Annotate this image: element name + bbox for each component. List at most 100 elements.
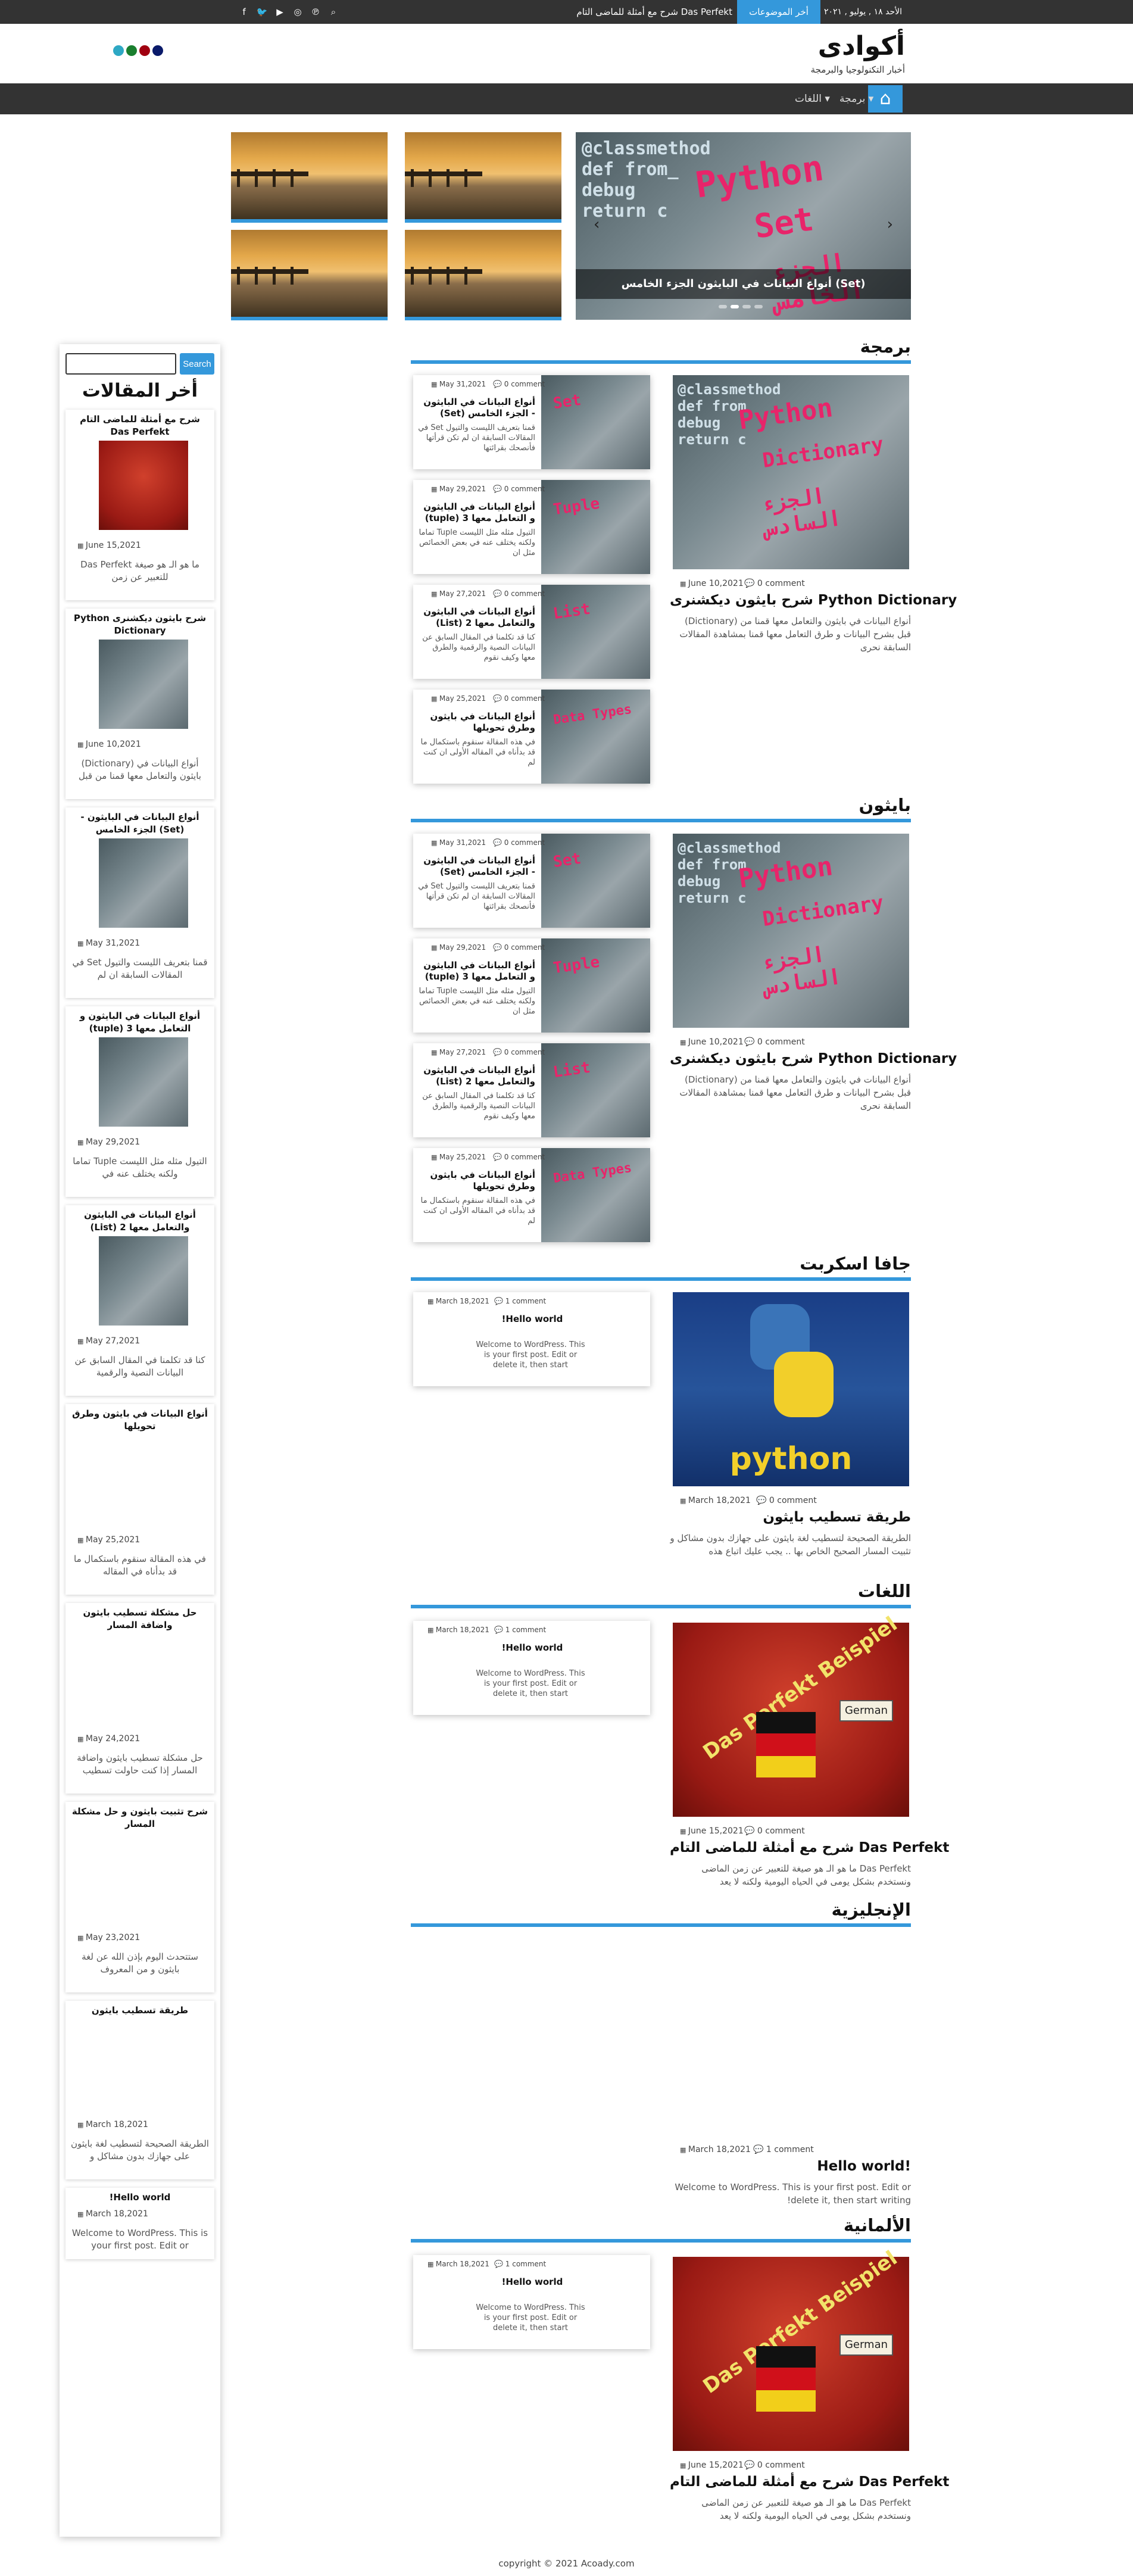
recent-post-thumbnail[interactable]: [99, 441, 188, 530]
post-card[interactable]: March 18,2021 💬 1 comment Hello world! W…: [413, 2255, 650, 2349]
featured-post-title[interactable]: شرح بايثون ديكشنرى Python Dictionary: [670, 1051, 957, 1066]
post-comments[interactable]: 💬 0 comment: [493, 485, 545, 493]
featured-post-title[interactable]: شرح بايثون ديكشنرى Python Dictionary: [670, 592, 957, 608]
slider-dot[interactable]: [719, 305, 727, 308]
post-thumbnail[interactable]: Data Types: [541, 1148, 650, 1242]
post-comments[interactable]: 💬 0 comment: [744, 579, 805, 588]
recent-post-title[interactable]: أنواع البيانات في البايثون والتعامل معها…: [70, 1209, 210, 1234]
section-title-languages[interactable]: اللغات: [822, 1581, 911, 1601]
section-title-python[interactable]: بايثون: [834, 795, 911, 815]
recent-post-title[interactable]: أنواع البيانات في البايثون - (Set) الجزء…: [70, 811, 210, 836]
slider-thumb[interactable]: [231, 230, 388, 320]
color-dot-green[interactable]: [126, 45, 137, 56]
featured-post-title[interactable]: طريقة تسطيب بايثون: [670, 1510, 911, 1525]
post-title[interactable]: أنواع البيانات في البايثون و التعامل معه…: [417, 501, 535, 524]
post-thumbnail[interactable]: Set: [541, 834, 650, 928]
post-title[interactable]: Hello world!: [419, 1314, 645, 1325]
slider-thumb[interactable]: [405, 230, 561, 320]
post-title[interactable]: Hello world!: [419, 2276, 645, 2288]
post-thumbnail[interactable]: Tuple: [541, 938, 650, 1033]
recent-post[interactable]: أنواع البيانات في البايثون و التعامل معه…: [65, 1006, 214, 1197]
post-thumbnail[interactable]: Set: [541, 375, 650, 469]
post-title[interactable]: أنواع البيانات في البايثون والتعامل معها…: [417, 606, 535, 629]
post-card[interactable]: Set May 31,2021 💬 0 comment أنواع البيان…: [413, 375, 650, 469]
recent-post[interactable]: Hello world! March 18,2021 Welcome to Wo…: [65, 2188, 214, 2259]
news-ticker[interactable]: شرح مع أمثلة للماضى التام Das Perfekt: [524, 0, 732, 24]
facebook-icon[interactable]: f: [238, 6, 250, 18]
post-comments[interactable]: 💬 0 comment: [744, 2460, 805, 2470]
featured-post-title[interactable]: Hello world!: [670, 2159, 911, 2174]
recent-post-title[interactable]: أنواع البيانات في البايثون و التعامل معه…: [70, 1010, 210, 1035]
post-comments[interactable]: 💬 1 comment: [494, 1297, 546, 1305]
featured-post-title[interactable]: شرح مع أمثلة للماضى التام Das Perfekt: [670, 1840, 949, 1855]
post-comments[interactable]: 💬 0 comment: [493, 838, 545, 847]
post-title[interactable]: أنواع البيانات في بايثون وطرق تحويلها: [417, 711, 535, 734]
search-input[interactable]: [65, 353, 176, 375]
post-thumbnail[interactable]: Tuple: [541, 480, 650, 574]
recent-post-thumbnail[interactable]: [99, 1236, 188, 1326]
twitter-icon[interactable]: 🐦: [256, 6, 268, 18]
section-title-programming[interactable]: برمجة: [834, 336, 911, 357]
section-title-german[interactable]: الألمانية: [822, 2215, 911, 2235]
site-title[interactable]: أكوادى: [804, 30, 905, 63]
post-comments[interactable]: 💬 1 comment: [494, 1626, 546, 1634]
recent-post[interactable]: أنواع البيانات في البايثون والتعامل معها…: [65, 1205, 214, 1396]
post-comments[interactable]: 💬 0 comment: [744, 1037, 805, 1047]
post-card[interactable]: March 18,2021 💬 1 comment Hello world! W…: [413, 1621, 650, 1715]
color-dot-red[interactable]: [139, 45, 150, 56]
post-comments[interactable]: 💬 0 comment: [493, 1153, 545, 1161]
post-card[interactable]: Tuple May 29,2021 💬 0 comment أنواع البي…: [413, 480, 650, 574]
post-title[interactable]: أنواع البيانات في البايثون و التعامل معه…: [417, 960, 535, 983]
featured-image[interactable]: Das Perfekt Beispiel German: [673, 1612, 909, 1817]
post-title[interactable]: أنواع البيانات في البايثون - الجزء الخام…: [417, 855, 535, 878]
post-card[interactable]: March 18,2021 💬 1 comment Hello world! W…: [413, 1292, 650, 1386]
search-icon[interactable]: ⌕: [327, 6, 339, 18]
pinterest-icon[interactable]: ℗: [310, 6, 322, 18]
slider-dot[interactable]: [742, 305, 751, 308]
post-card[interactable]: List May 27,2021 💬 0 comment أنواع البيا…: [413, 585, 650, 679]
recent-post-thumbnail[interactable]: [99, 838, 188, 928]
slider-prev-icon[interactable]: ‹: [594, 216, 600, 233]
post-comments[interactable]: 💬 0 comment: [744, 1826, 805, 1836]
slider-next-icon[interactable]: ›: [887, 216, 893, 233]
featured-post-title[interactable]: شرح مع أمثلة للماضى التام Das Perfekt: [670, 2474, 949, 2490]
featured-image[interactable]: python: [673, 1292, 909, 1486]
featured-image[interactable]: @classmethod def from debug return c Python…: [673, 375, 909, 569]
post-title[interactable]: أنواع البيانات في البايثون والتعامل معها…: [417, 1065, 535, 1087]
recent-post[interactable]: شرح مع أمثلة للماضى التام Das Perfekt Ju…: [65, 410, 214, 600]
recent-post-title[interactable]: Hello world!: [70, 2191, 210, 2204]
nav-item-languages[interactable]: اللغات ▾: [795, 85, 830, 113]
slider-thumb[interactable]: [405, 132, 561, 223]
post-comments[interactable]: 💬 0 comment: [493, 380, 545, 388]
section-title-english[interactable]: الإنجليزية: [822, 1900, 911, 1920]
recent-post[interactable]: أنواع البيانات في البايثون - (Set) الجزء…: [65, 807, 214, 998]
recent-post[interactable]: شرح بايثون ديكشنرى Python Dictionary Jun…: [65, 609, 214, 799]
recent-post-thumbnail[interactable]: [99, 640, 188, 729]
post-title[interactable]: Hello world!: [419, 1642, 645, 1654]
post-card[interactable]: Tuple May 29,2021 💬 0 comment أنواع البي…: [413, 938, 650, 1033]
slider-caption[interactable]: أنواع البيانات في البايثون الجزء الخامس …: [576, 269, 911, 299]
recent-post[interactable]: شرح تثبيت بايثون و حل مشكلة المسار May 2…: [65, 1802, 214, 1992]
post-comments[interactable]: 💬 0 comment: [493, 943, 545, 952]
featured-slider[interactable]: @classmethod def from_ debug return c Pytho…: [576, 132, 911, 320]
featured-image[interactable]: Das Perfekt Beispiel German: [673, 2246, 909, 2451]
slider-dot-active[interactable]: [731, 305, 739, 308]
recent-post-title[interactable]: أنواع البيانات في بايثون وطرق تحويلها: [70, 1408, 210, 1433]
slider-thumb[interactable]: [231, 132, 388, 223]
post-comments[interactable]: 💬 1 comment: [753, 2145, 814, 2154]
youtube-icon[interactable]: ▶: [274, 6, 286, 18]
post-thumbnail[interactable]: List: [541, 1043, 650, 1137]
recent-post-title[interactable]: شرح بايثون ديكشنرى Python Dictionary: [70, 612, 210, 637]
recent-post-title[interactable]: شرح مع أمثلة للماضى التام Das Perfekt: [70, 413, 210, 438]
nav-item-programming[interactable]: برمجة ▾: [839, 85, 873, 113]
post-comments[interactable]: 💬 1 comment: [494, 2260, 546, 2268]
instagram-icon[interactable]: ◎: [292, 6, 304, 18]
recent-post-title[interactable]: شرح تثبيت بايثون و حل مشكلة المسار: [70, 1805, 210, 1830]
recent-post-title[interactable]: طريقة تسطيب بايثون: [70, 2004, 210, 2017]
post-title[interactable]: أنواع البيانات في بايثون وطرق تحويلها: [417, 1170, 535, 1192]
slider-dot[interactable]: [754, 305, 763, 308]
post-comments[interactable]: 💬 0 comment: [756, 1496, 817, 1505]
post-comments[interactable]: 💬 0 comment: [493, 1048, 545, 1056]
post-comments[interactable]: 💬 0 comment: [493, 590, 545, 598]
color-dot-cyan[interactable]: [113, 45, 124, 56]
